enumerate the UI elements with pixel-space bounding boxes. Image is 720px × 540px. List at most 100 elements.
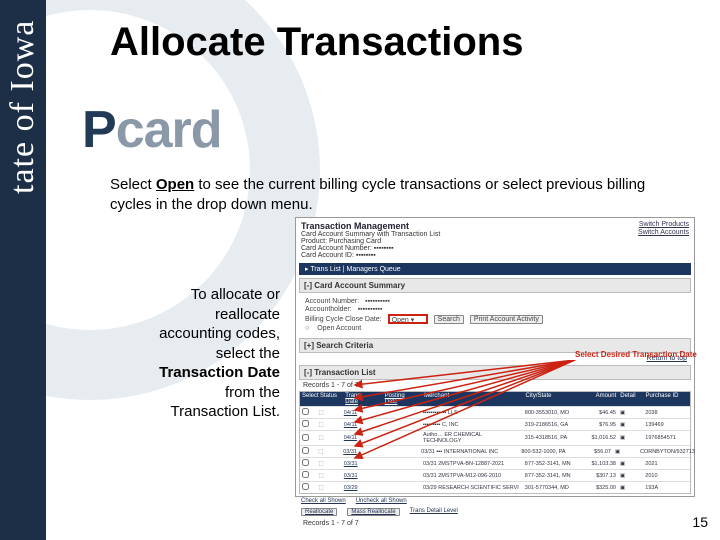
row-amount: $76.95	[582, 422, 616, 428]
records-count-bottom: Records 1 - 7 of 7	[295, 518, 695, 529]
table-row: ⬚ 04/11 ▪▪▪▪▪▪▪▪▪▪▪▪ LLS 800-3553010, MO $46…	[300, 406, 690, 418]
ss-subtitle: Card Account Summary with Transaction Li…	[301, 231, 440, 238]
row-status: ⬚	[318, 410, 339, 416]
row-checkbox[interactable]	[302, 483, 309, 490]
th-posting-date: PostingDate	[385, 393, 420, 405]
row-checkbox[interactable]	[302, 408, 309, 415]
row-merchant: 03/31 ▪▪▪ INTERNATIONAL INC	[421, 449, 517, 455]
table-row: ⬚04/11Autho… ER CHEMICAL TECHNOLOGY315-4…	[300, 430, 690, 445]
row-status: ⬚	[318, 461, 339, 467]
row-amount: $46.45	[582, 410, 616, 416]
table-row: ⬚ 03/29 03/29 RESEARCH SCIENTIFIC SERVI 301…	[300, 481, 690, 493]
row-purchase-id: 1976854571	[645, 435, 688, 441]
table-footer-actions2: Reallocate Mass Reallocate Trans Detail …	[295, 506, 695, 518]
card-account-summary-header[interactable]: [-] Card Account Summary	[299, 278, 691, 293]
table-header: Select Status TransDate PostingDate Merc…	[300, 392, 690, 406]
mass-reallocate-button[interactable]: Mass Reallocate	[347, 508, 399, 516]
search-button[interactable]: Search	[434, 315, 464, 324]
switch-products-link[interactable]: Switch Products	[638, 221, 689, 229]
row-citystate: 877-352-3141, MN	[525, 473, 578, 479]
account-number-label: Account Number:	[305, 298, 359, 305]
callout-l5: Transaction Date	[110, 363, 280, 383]
transaction-table: Select Status TransDate PostingDate Merc…	[299, 391, 691, 494]
callout-l7: Transaction List.	[110, 402, 280, 422]
uncheck-all-link[interactable]: Uncheck all Shown	[356, 498, 407, 504]
row-detail-icon[interactable]: ▣	[620, 485, 641, 491]
row-purchase-id: CORNBYTON/932713	[640, 449, 688, 455]
row-detail-icon[interactable]: ▣	[620, 473, 641, 479]
table-row: ⬚ 03/31 03/31 2MSTPVA-M12-096-2010 877-352-…	[300, 469, 690, 481]
billing-cycle-dropdown[interactable]: Open ▾	[388, 314, 428, 324]
row-checkbox[interactable]	[302, 434, 309, 441]
row-status: ⬚	[318, 435, 339, 441]
row-checkbox[interactable]	[302, 471, 309, 478]
row-trans-date[interactable]: 03/31	[344, 473, 380, 479]
open-account-radio[interactable]: Open Account	[305, 325, 685, 332]
th-trans-date[interactable]: TransDate	[345, 393, 380, 405]
print-activity-button[interactable]: Print Account Activity	[470, 315, 543, 324]
row-merchant: ▪▪▪▪▪▪▪▪▪ C, INC	[423, 422, 521, 428]
trans-detail-level: Trans Detail Level	[410, 508, 458, 516]
th-merchant: Merchant	[424, 393, 521, 405]
row-purchase-id: 2038	[645, 410, 688, 416]
row-purchase-id: 2021	[645, 461, 688, 467]
row-merchant: 03/31 2MSTPVA-BN-12887-2021	[423, 461, 521, 467]
callout-l6: from the	[110, 383, 280, 403]
row-citystate: 319-2186516, GA	[525, 422, 578, 428]
row-checkbox[interactable]	[302, 420, 309, 427]
ss-navbar[interactable]: ▸ Trans List | Managers Queue	[299, 263, 691, 275]
ss-header-titles: Transaction Management Card Account Summ…	[301, 221, 440, 259]
row-amount: $325.00	[582, 485, 616, 491]
row-detail-icon[interactable]: ▣	[620, 461, 641, 467]
row-detail-icon[interactable]: ▣	[620, 422, 641, 428]
row-detail-icon[interactable]: ▣	[615, 449, 636, 455]
row-status: ⬚	[318, 473, 339, 479]
row-merchant: ▪▪▪▪▪▪▪▪▪▪▪▪ LLS	[423, 410, 521, 416]
table-row: ⬚03/3103/31 ▪▪▪ INTERNATIONAL INC800-532…	[300, 445, 690, 457]
instruction-text: Select Open to see the current billing c…	[110, 175, 670, 214]
records-count: Records 1 - 7 of 7	[295, 382, 695, 389]
transaction-list-header[interactable]: [-] Transaction List	[299, 365, 691, 380]
row-citystate: 800-3553010, MO	[525, 410, 578, 416]
row-trans-date[interactable]: 04/11	[344, 422, 380, 428]
check-all-link[interactable]: Check all Shown	[301, 498, 346, 504]
row-merchant: 03/31 2MSTPVA-M12-096-2010	[423, 473, 521, 479]
row-checkbox[interactable]	[302, 447, 309, 454]
callout-text: To allocate or reallocate accounting cod…	[110, 285, 280, 422]
row-trans-date[interactable]: 03/29	[344, 485, 380, 491]
instr-pre: Select	[110, 176, 156, 193]
row-trans-date[interactable]: 04/11	[344, 410, 380, 416]
callout-l4: select the	[110, 344, 280, 364]
row-detail-icon[interactable]: ▣	[620, 435, 641, 441]
slide-title: Allocate Transactions	[110, 20, 523, 65]
row-checkbox[interactable]	[302, 459, 309, 466]
table-row: ⬚ 03/31 03/31 2MSTPVA-BN-12887-2021 877-352…	[300, 457, 690, 469]
instr-open-word: Open	[156, 176, 194, 193]
row-purchase-id: 2010	[645, 473, 688, 479]
row-citystate: 800-532-1000, PA	[521, 449, 573, 455]
th-select: Select	[302, 393, 316, 405]
row-citystate: 877-352-3141, MN	[525, 461, 578, 467]
th-detail: Detail	[620, 393, 641, 405]
switch-accounts-link[interactable]: Switch Accounts	[638, 229, 689, 237]
row-status: ⬚	[318, 485, 339, 491]
vertical-tab: tate of Iowa	[0, 0, 46, 540]
ss-title: Transaction Management	[301, 221, 440, 231]
row-amount: $56.07	[578, 449, 611, 455]
logo-rest: card	[116, 101, 222, 159]
row-trans-date[interactable]: 03/31	[344, 461, 380, 467]
row-trans-date[interactable]: 04/11	[344, 435, 380, 441]
row-citystate: 301-5770344, MD	[525, 485, 578, 491]
reallocate-button[interactable]: Reallocate	[301, 508, 337, 516]
row-merchant: 03/29 RESEARCH SCIENTIFIC SERVI	[423, 485, 521, 491]
row-purchase-id: 139469	[645, 422, 688, 428]
pcard-logo: Pcard	[82, 100, 222, 160]
table-row: ⬚04/11▪▪▪▪▪▪▪▪▪ C, INC319-2186516, GA$76…	[300, 418, 690, 430]
row-detail-icon[interactable]: ▣	[620, 410, 641, 416]
th-status: Status	[320, 393, 341, 405]
th-citystate: City/State	[525, 393, 578, 405]
row-trans-date[interactable]: 03/31	[343, 449, 378, 455]
accountholder-value: ▪▪▪▪▪▪▪▪▪▪	[358, 306, 383, 313]
accountholder-label: Accountholder:	[305, 306, 352, 313]
account-number-value: ▪▪▪▪▪▪▪▪▪▪	[365, 298, 390, 305]
